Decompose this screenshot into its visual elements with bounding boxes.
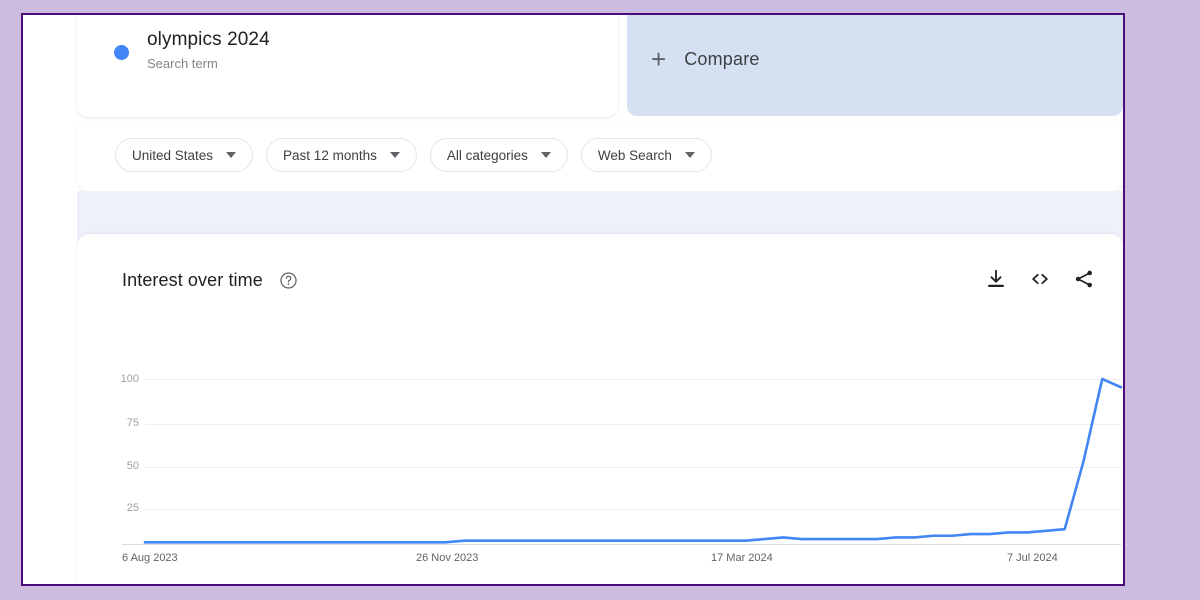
filter-chip-category-label: All categories — [446, 147, 528, 163]
chevron-down-icon — [389, 152, 400, 158]
series-line-olympics-2024 — [143, 377, 1123, 544]
filter-chip-category[interactable]: All categories — [429, 138, 568, 172]
filter-chip-timerange[interactable]: Past 12 months — [266, 138, 417, 172]
search-term-title: olympics 2024 — [147, 29, 270, 50]
compare-label: Compare — [684, 48, 760, 69]
search-term-row: olympics 2024 Search term + Compare — [77, 15, 1123, 117]
filter-chip-group: United States Past 12 months All categor… — [115, 138, 712, 172]
chevron-down-icon — [684, 152, 695, 158]
filter-bar: United States Past 12 months All categor… — [77, 121, 1123, 191]
browser-page-frame: olympics 2024 Search term + Compare Unit… — [21, 13, 1125, 586]
compare-inner: + Compare — [651, 46, 760, 72]
filter-chip-location-label: United States — [132, 147, 214, 163]
filter-chip-searchtype[interactable]: Web Search — [580, 138, 712, 172]
filter-chip-timerange-label: Past 12 months — [283, 147, 377, 163]
interest-over-time-card: Interest over time 100 75 50 25 6 Aug 20… — [77, 234, 1123, 584]
search-term-card[interactable]: olympics 2024 Search term — [77, 15, 618, 117]
series-color-dot — [114, 45, 129, 60]
compare-panel[interactable]: + Compare — [627, 15, 1123, 116]
trends-page: olympics 2024 Search term + Compare Unit… — [23, 15, 1123, 584]
chevron-down-icon — [226, 152, 237, 158]
interest-over-time-chart: 100 75 50 25 6 Aug 2023 26 Nov 2023 17 M… — [77, 234, 1123, 584]
filter-chip-location[interactable]: United States — [115, 138, 254, 172]
plus-icon: + — [651, 44, 667, 74]
chevron-down-icon — [540, 152, 551, 158]
filter-chip-searchtype-label: Web Search — [597, 147, 672, 163]
search-term-subtitle: Search term — [147, 56, 218, 71]
